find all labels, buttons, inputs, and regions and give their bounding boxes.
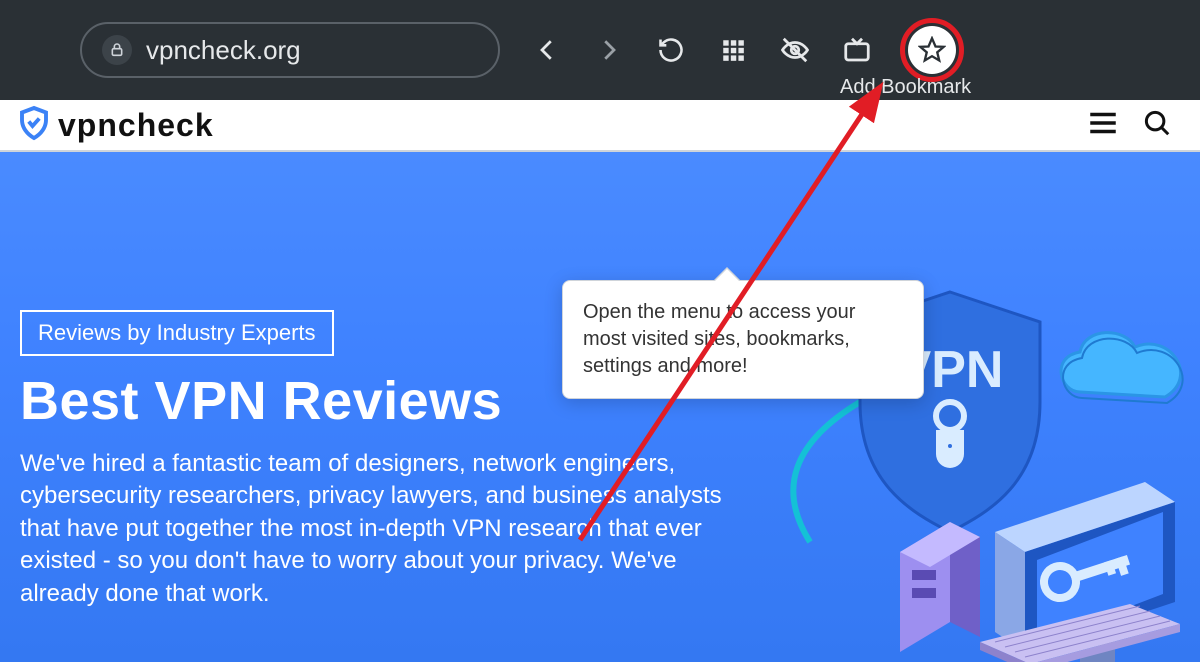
site-header: vpncheck xyxy=(0,100,1200,150)
tooltip-text: Open the menu to access your most visite… xyxy=(583,301,855,377)
toolbar-icon-group xyxy=(530,20,962,80)
bookmark-button[interactable] xyxy=(902,20,962,80)
site-header-right xyxy=(1086,106,1172,145)
forward-icon[interactable] xyxy=(592,33,626,67)
privacy-eye-off-icon[interactable] xyxy=(778,33,812,67)
reload-icon[interactable] xyxy=(654,33,688,67)
tv-icon[interactable] xyxy=(840,33,874,67)
star-icon xyxy=(918,36,946,64)
brand-text: vpncheck xyxy=(58,107,214,144)
menu-icon[interactable] xyxy=(1086,106,1120,145)
url-text: vpncheck.org xyxy=(146,35,301,66)
browser-toolbar: vpncheck.org Add Bookmark xyxy=(0,0,1200,100)
hero-tag: Reviews by Industry Experts xyxy=(20,310,334,356)
url-bar[interactable]: vpncheck.org xyxy=(80,22,500,78)
search-icon[interactable] xyxy=(1142,108,1172,143)
brand-shield-icon xyxy=(16,105,52,146)
apps-grid-icon[interactable] xyxy=(716,33,750,67)
bookmark-button-bg xyxy=(908,26,956,74)
hero-body: We've hired a fantastic team of designer… xyxy=(20,448,760,610)
back-icon[interactable] xyxy=(530,33,564,67)
site-brand[interactable]: vpncheck xyxy=(16,105,214,146)
lock-icon xyxy=(102,35,132,65)
quicklaunch-tooltip: Open the menu to access your most visite… xyxy=(562,280,924,399)
hero-section: Reviews by Industry Experts Best VPN Rev… xyxy=(0,150,1200,662)
bookmark-tooltip-label: Add Bookmark xyxy=(840,76,971,99)
